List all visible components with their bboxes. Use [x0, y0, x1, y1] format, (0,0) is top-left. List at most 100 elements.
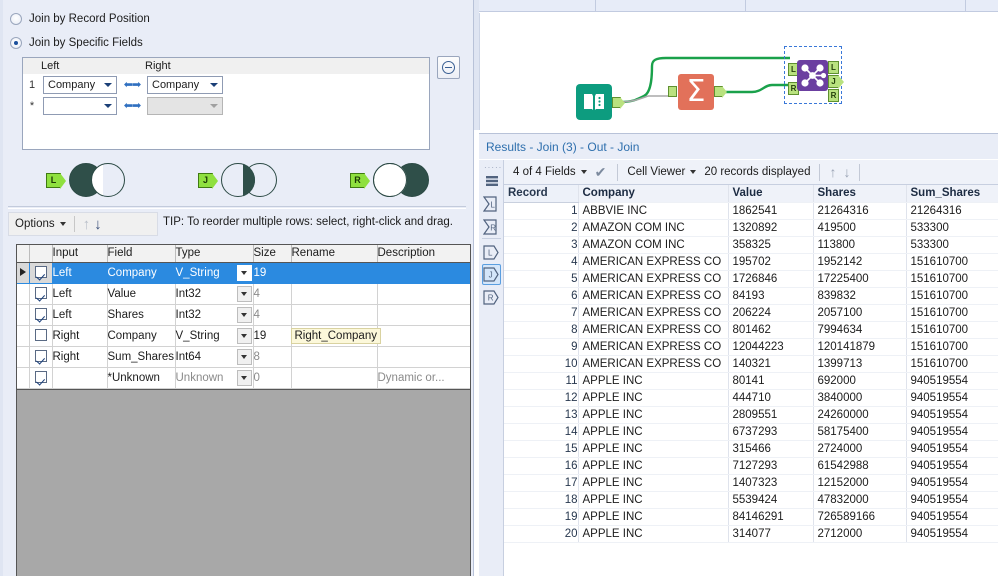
cell-record[interactable]: 3: [504, 236, 578, 253]
fields-header-type[interactable]: Type: [175, 245, 253, 262]
checkbox-icon[interactable]: [35, 329, 47, 341]
column-header-shares[interactable]: Shares: [813, 185, 906, 202]
table-row[interactable]: 14APPLE INC673729358175400940519554: [504, 423, 998, 440]
type-dropdown-button[interactable]: [237, 286, 252, 302]
table-row[interactable]: 3AMAZON COM INC358325113800533300: [504, 236, 998, 253]
cell-record[interactable]: 16: [504, 457, 578, 474]
cell-record[interactable]: 12: [504, 389, 578, 406]
cell-sum-shares[interactable]: 151610700: [906, 253, 998, 270]
type-dropdown-button[interactable]: [237, 328, 252, 344]
cell-shares[interactable]: 2057100: [813, 304, 906, 321]
cell-shares[interactable]: 58175400: [813, 423, 906, 440]
table-row[interactable]: 12APPLE INC4447103840000940519554: [504, 389, 998, 406]
cell-value[interactable]: 80141: [728, 372, 813, 389]
cell-sum-shares[interactable]: 940519554: [906, 423, 998, 440]
results-data-grid[interactable]: Record Company Value Shares Sum_Shares 1…: [504, 185, 998, 576]
cell-record[interactable]: 1: [504, 202, 578, 219]
cell-shares[interactable]: 3840000: [813, 389, 906, 406]
join-grid-row-new[interactable]: * ⬅➡: [23, 95, 429, 116]
cell-value[interactable]: 84193: [728, 287, 813, 304]
join-grid-right-cell[interactable]: Company: [145, 74, 225, 95]
fields-header-size[interactable]: Size: [253, 245, 291, 262]
cell-company[interactable]: AMERICAN EXPRESS CO: [578, 253, 728, 270]
cell-record[interactable]: 5: [504, 270, 578, 287]
cell-record[interactable]: 19: [504, 508, 578, 525]
table-row[interactable]: 5AMERICAN EXPRESS CO17268461722540015161…: [504, 270, 998, 287]
node-summarize[interactable]: Σ: [678, 74, 714, 110]
cell-shares[interactable]: 1952142: [813, 253, 906, 270]
input-port[interactable]: [668, 86, 677, 97]
table-row[interactable]: 4AMERICAN EXPRESS CO19570219521421516107…: [504, 253, 998, 270]
cell-company[interactable]: APPLE INC: [578, 423, 728, 440]
type-dropdown-button[interactable]: [237, 370, 252, 386]
cell-shares[interactable]: 692000: [813, 372, 906, 389]
cell-sum-shares[interactable]: 533300: [906, 219, 998, 236]
column-header-value[interactable]: Value: [728, 185, 813, 202]
fields-header-rename[interactable]: Rename: [291, 245, 377, 262]
cell-sum-shares[interactable]: 940519554: [906, 372, 998, 389]
cell-company[interactable]: APPLE INC: [578, 372, 728, 389]
table-row[interactable]: 19APPLE INC84146291726589166940519554: [504, 508, 998, 525]
table-row[interactable]: 8AMERICAN EXPRESS CO80146279946341516107…: [504, 321, 998, 338]
checkbox-icon[interactable]: [35, 308, 47, 320]
table-row[interactable]: 15APPLE INC3154662724000940519554: [504, 440, 998, 457]
cell-shares[interactable]: 21264316: [813, 202, 906, 219]
checkbox-icon[interactable]: [35, 266, 47, 278]
row-checkbox[interactable]: [29, 325, 52, 346]
cell-value[interactable]: 315466: [728, 440, 813, 457]
cell-value[interactable]: 140321: [728, 355, 813, 372]
cell-shares[interactable]: 120141879: [813, 338, 906, 355]
cell-shares[interactable]: 24260000: [813, 406, 906, 423]
port-j-icon[interactable]: J: [482, 264, 501, 285]
cell-record[interactable]: 9: [504, 338, 578, 355]
cell-description[interactable]: [377, 346, 470, 367]
cell-shares[interactable]: 47832000: [813, 491, 906, 508]
chevron-down-icon[interactable]: [60, 222, 66, 226]
cell-record[interactable]: 4: [504, 253, 578, 270]
cell-shares[interactable]: 17225400: [813, 270, 906, 287]
cell-sum-shares[interactable]: 940519554: [906, 474, 998, 491]
port-l-icon[interactable]: L: [482, 242, 501, 263]
cell-sum-shares[interactable]: 151610700: [906, 355, 998, 372]
table-row[interactable]: 1ABBVIE INC18625412126431621264316: [504, 202, 998, 219]
cell-sum-shares[interactable]: 940519554: [906, 491, 998, 508]
row-checkbox[interactable]: [29, 283, 52, 304]
row-checkbox[interactable]: [29, 346, 52, 367]
cell-rename[interactable]: [291, 304, 377, 325]
fields-selector-label[interactable]: 4 of 4 Fields: [513, 166, 576, 178]
row-checkbox[interactable]: [29, 304, 52, 325]
cell-rename[interactable]: [291, 262, 377, 283]
fields-row[interactable]: Left Company V_String 19: [17, 262, 470, 283]
arrow-left-icon[interactable]: ⬅: [124, 99, 132, 112]
cell-record[interactable]: 14: [504, 423, 578, 440]
table-row[interactable]: 13APPLE INC280955124260000940519554: [504, 406, 998, 423]
fields-row[interactable]: Left Shares Int32 4: [17, 304, 470, 325]
cell-sum-shares[interactable]: 151610700: [906, 270, 998, 287]
cell-value[interactable]: 2809551: [728, 406, 813, 423]
type-dropdown-button[interactable]: [237, 265, 252, 281]
table-row[interactable]: 16APPLE INC712729361542988940519554: [504, 457, 998, 474]
join-output-port-l[interactable]: L: [828, 61, 839, 74]
cell-company[interactable]: APPLE INC: [578, 525, 728, 542]
output-port[interactable]: [714, 86, 723, 97]
cell-sum-shares[interactable]: 940519554: [906, 525, 998, 542]
cell-sum-shares[interactable]: 151610700: [906, 321, 998, 338]
cell-value[interactable]: 801462: [728, 321, 813, 338]
cell-company[interactable]: AMAZON COM INC: [578, 219, 728, 236]
nav-up-button[interactable]: ↑: [829, 164, 836, 180]
move-down-button[interactable]: ↓: [94, 217, 102, 232]
cell-company[interactable]: APPLE INC: [578, 508, 728, 525]
cell-record[interactable]: 18: [504, 491, 578, 508]
cell-company[interactable]: AMERICAN EXPRESS CO: [578, 355, 728, 372]
cell-sum-shares[interactable]: 151610700: [906, 338, 998, 355]
cell-record[interactable]: 10: [504, 355, 578, 372]
chevron-down-icon[interactable]: [690, 170, 696, 174]
fields-row[interactable]: Right Company V_String 19 Right_Company: [17, 325, 470, 346]
cell-company[interactable]: ABBVIE INC: [578, 202, 728, 219]
cell-value[interactable]: 195702: [728, 253, 813, 270]
node-input-data[interactable]: [576, 84, 612, 120]
table-row[interactable]: 11APPLE INC80141692000940519554: [504, 372, 998, 389]
cell-shares[interactable]: 726589166: [813, 508, 906, 525]
cell-company[interactable]: APPLE INC: [578, 474, 728, 491]
cell-sum-shares[interactable]: 940519554: [906, 389, 998, 406]
